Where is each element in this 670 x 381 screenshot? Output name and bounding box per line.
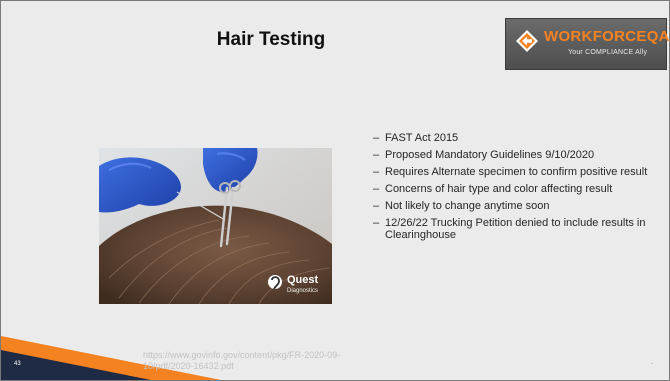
bullet-item: – Concerns of hair type and color affecti… [373,183,665,195]
source-link[interactable]: https://www.govinfo.gov/content/pkg/FR-2… [143,350,373,372]
workforceqa-logo: WORKFORCEQA Your COMPLIANCE Ally [505,18,670,70]
bullet-item: – Not likely to change anytime soon [373,200,665,212]
bullet-marker: – [373,132,380,144]
bullet-marker: – [373,217,380,229]
trailing-mark: . [651,357,654,366]
bullet-text: 12/26/22 Trucking Petition denied to inc… [385,217,646,241]
quest-logo-icon [268,275,282,290]
bullet-text: Proposed Mandatory Guidelines 9/10/2020 [385,149,595,161]
bullet-marker: – [373,183,380,195]
bullet-text: Concerns of hair type and color affectin… [385,183,613,195]
bullet-text: FAST Act 2015 [385,132,459,144]
bullet-marker: – [373,149,380,161]
quest-watermark: Quest [287,274,319,286]
hair-sample-photo: Quest Diagnostics [99,148,332,305]
bullet-list: – FAST Act 2015 – Proposed Mandatory Guide… [373,132,665,246]
bullet-item: – FAST Act 2015 [373,132,665,144]
bullet-item: – Proposed Mandatory Guidelines 9/10/2020 [373,149,665,161]
arrow-diamond-icon [516,30,538,52]
logo-tagline: Your COMPLIANCE Ally [568,49,648,56]
bullet-marker: – [373,166,380,178]
slide-title: Hair Testing [216,29,326,50]
slide-number: 43 [14,361,21,367]
logo-name: WORKFORCEQA [544,28,670,45]
bullet-text: Not likely to change anytime soon [385,200,550,212]
bullet-text: Requires Alternate specimen to confirm p… [385,166,648,178]
bullet-marker: – [373,200,380,212]
quest-watermark-sub: Diagnostics [287,288,319,294]
bullet-item: –12/26/22 Trucking Petition denied to in… [373,217,665,241]
bullet-item: – Requires Alternate specimen to confirm … [373,166,665,178]
slide: Hair Testing WORKFORCEQA Your COMPLIANCE… [0,0,670,381]
